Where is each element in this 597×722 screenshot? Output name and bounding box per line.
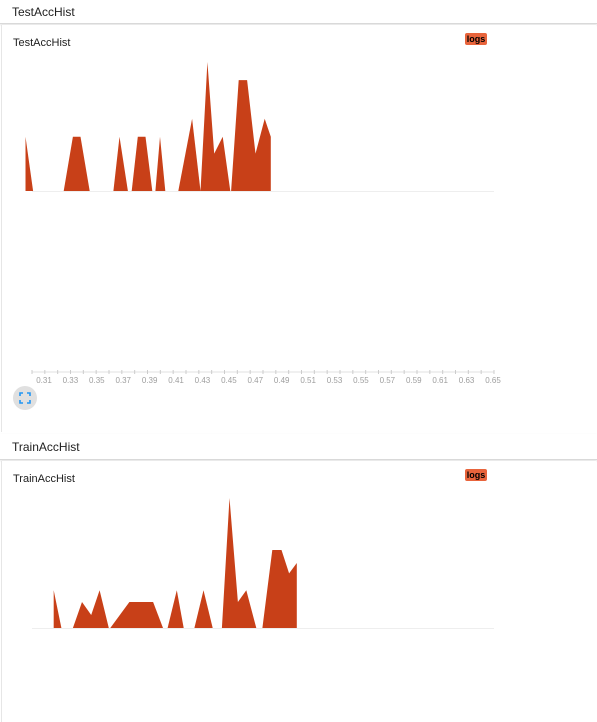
area-segment [194, 590, 213, 628]
area-segment [221, 498, 257, 628]
chart-train-svg [32, 498, 494, 629]
area-segment [110, 602, 163, 628]
area-segment [53, 590, 62, 628]
area-segment [167, 590, 184, 628]
area-segment [262, 550, 297, 628]
area-segment [72, 590, 109, 628]
